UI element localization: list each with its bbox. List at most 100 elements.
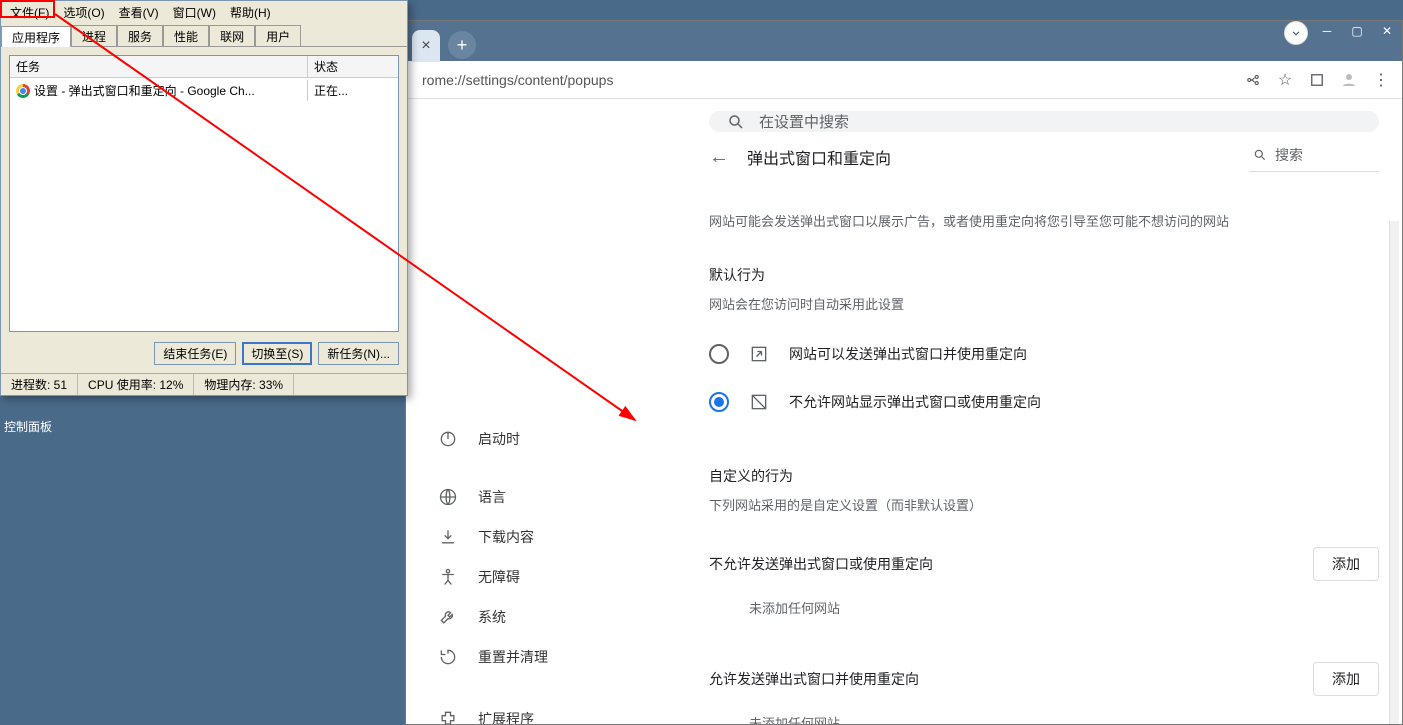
wrench-icon [438,607,458,627]
minimize-button[interactable]: ─ [1312,21,1342,41]
settings-search[interactable]: 在设置中搜索 [709,111,1379,132]
status-cpu: CPU 使用率: 12% [78,374,194,395]
chrome-window: × + ─ ▢ ✕ rome://settings/content/popups… [405,20,1403,725]
blocklist-header: 不允许发送弹出式窗口或使用重定向 添加 [709,544,1379,584]
settings-sidebar: 启动时 语言 下载内容 无障碍 系统 重置并清理 [406,99,686,724]
task-manager-body: 任务 状态 设置 - 弹出式窗口和重定向 - Google Ch... 正在..… [1,47,407,373]
tab-network[interactable]: 联网 [209,25,255,46]
task-manager-window: 文件(F) 选项(O) 查看(V) 窗口(W) 帮助(H) 应用程序 进程 服务… [0,0,408,396]
sidebar-item-reset[interactable]: 重置并清理 [420,637,686,677]
custom-behavior-label: 自定义的行为 [709,466,1379,486]
radio-circle [709,344,729,364]
sidebar-label: 语言 [478,487,506,507]
tab-applications[interactable]: 应用程序 [1,26,71,47]
sidebar-label: 重置并清理 [478,647,548,667]
task-cell: 设置 - 弹出式窗口和重定向 - Google Ch... [10,80,308,101]
desktop-label-control-panel[interactable]: 控制面板 [4,418,52,435]
tab-close-indicator[interactable]: × [412,30,440,62]
default-behavior-sub: 网站会在您访问时自动采用此设置 [709,295,1379,316]
omnibox-row: rome://settings/content/popups ☆ ⋮ [406,61,1402,99]
blocklist-empty: 未添加任何网站 [709,584,1379,631]
tab-processes[interactable]: 进程 [71,25,117,46]
section-search-label: 搜索 [1275,145,1303,165]
back-arrow-icon[interactable]: ← [709,146,729,169]
intro-text: 网站可能会发送弹出式窗口以展示广告，或者使用重定向将您引导至您可能不想访问的网站 [709,212,1379,233]
tab-search-button[interactable] [1284,21,1308,45]
extension-icon [438,709,458,724]
close-button[interactable]: ✕ [1372,21,1402,41]
radio-block-label: 不允许网站显示弹出式窗口或使用重定向 [789,392,1041,412]
allowlist-empty: 未添加任何网站 [709,699,1379,724]
radio-block[interactable]: 不允许网站显示弹出式窗口或使用重定向 [709,378,1379,426]
chrome-icon [16,84,30,98]
popups-section: ← 弹出式窗口和重定向 搜索 网站可能会发送弹出式窗口以展示广告，或者使用重定向… [709,132,1379,724]
allowlist-header: 允许发送弹出式窗口并使用重定向 添加 [709,659,1379,699]
task-manager-buttons: 结束任务(E) 切换至(S) 新任务(N)... [9,342,399,365]
search-placeholder: 在设置中搜索 [759,111,849,132]
sidebar-label: 下载内容 [478,527,534,547]
section-search[interactable]: 搜索 [1249,143,1379,172]
default-behavior-label: 默认行为 [709,265,1379,285]
address-bar[interactable]: rome://settings/content/popups [416,72,1232,88]
menu-help[interactable]: 帮助(H) [223,2,278,20]
search-icon [1253,148,1267,162]
section-header: ← 弹出式窗口和重定向 搜索 [709,132,1379,182]
power-icon [438,429,458,449]
add-block-button[interactable]: 添加 [1313,547,1379,581]
scrollbar[interactable] [1389,221,1399,724]
tab-users[interactable]: 用户 [255,25,301,46]
reading-list-icon[interactable] [1306,69,1328,91]
settings-content: 启动时 语言 下载内容 无障碍 系统 重置并清理 [406,99,1402,724]
sidebar-item-extensions[interactable]: 扩展程序 [420,699,686,724]
task-row[interactable]: 设置 - 弹出式窗口和重定向 - Google Ch... 正在... [10,78,398,103]
sidebar-item-language[interactable]: 语言 [420,477,686,517]
popup-blocked-icon [749,392,769,412]
menu-icon[interactable]: ⋮ [1370,69,1392,91]
reset-icon [438,647,458,667]
task-manager-statusbar: 进程数: 51 CPU 使用率: 12% 物理内存: 33% [1,373,407,395]
add-allow-button[interactable]: 添加 [1313,662,1379,696]
status-processes: 进程数: 51 [1,374,78,395]
tab-strip: × + ─ ▢ ✕ [406,21,1402,61]
menu-file[interactable]: 文件(F) [3,2,56,20]
radio-allow-label: 网站可以发送弹出式窗口并使用重定向 [789,344,1027,364]
sidebar-label: 扩展程序 [478,709,534,724]
allowlist-title: 允许发送弹出式窗口并使用重定向 [709,669,919,689]
bookmark-icon[interactable]: ☆ [1274,69,1296,91]
task-name: 设置 - 弹出式窗口和重定向 - Google Ch... [34,82,255,99]
sidebar-item-system[interactable]: 系统 [420,597,686,637]
status-memory: 物理内存: 33% [194,374,294,395]
col-status[interactable]: 状态 [308,56,398,77]
radio-circle-selected [709,392,729,412]
window-controls: ─ ▢ ✕ [1284,21,1402,45]
end-task-button[interactable]: 结束任务(E) [154,342,236,365]
sidebar-label: 系统 [478,607,506,627]
task-list: 任务 状态 设置 - 弹出式窗口和重定向 - Google Ch... 正在..… [9,55,399,332]
sidebar-label: 无障碍 [478,567,520,587]
menu-options[interactable]: 选项(O) [56,2,111,20]
profile-icon[interactable] [1338,69,1360,91]
task-status: 正在... [308,80,398,101]
accessibility-icon [438,567,458,587]
switch-to-button[interactable]: 切换至(S) [242,342,312,365]
settings-main: 在设置中搜索 ← 弹出式窗口和重定向 搜索 网站可能会发送弹出式窗口以展示广告，… [686,99,1402,724]
sidebar-item-accessibility[interactable]: 无障碍 [420,557,686,597]
radio-allow[interactable]: 网站可以发送弹出式窗口并使用重定向 [709,330,1379,378]
search-icon [727,113,745,131]
menu-view[interactable]: 查看(V) [112,2,166,20]
custom-behavior-sub: 下列网站采用的是自定义设置（而非默认设置） [709,496,1379,517]
popup-icon [749,344,769,364]
globe-icon [438,487,458,507]
col-task[interactable]: 任务 [10,56,308,77]
page-title: 弹出式窗口和重定向 [747,145,1231,169]
menu-window[interactable]: 窗口(W) [166,2,223,20]
share-icon[interactable] [1242,69,1264,91]
new-tab-button[interactable]: + [448,31,476,59]
new-task-button[interactable]: 新任务(N)... [318,342,399,365]
tab-services[interactable]: 服务 [117,25,163,46]
sidebar-item-startup[interactable]: 启动时 [420,419,686,459]
blocklist-title: 不允许发送弹出式窗口或使用重定向 [709,554,933,574]
sidebar-item-downloads[interactable]: 下载内容 [420,517,686,557]
maximize-button[interactable]: ▢ [1342,21,1372,41]
tab-performance[interactable]: 性能 [163,25,209,46]
